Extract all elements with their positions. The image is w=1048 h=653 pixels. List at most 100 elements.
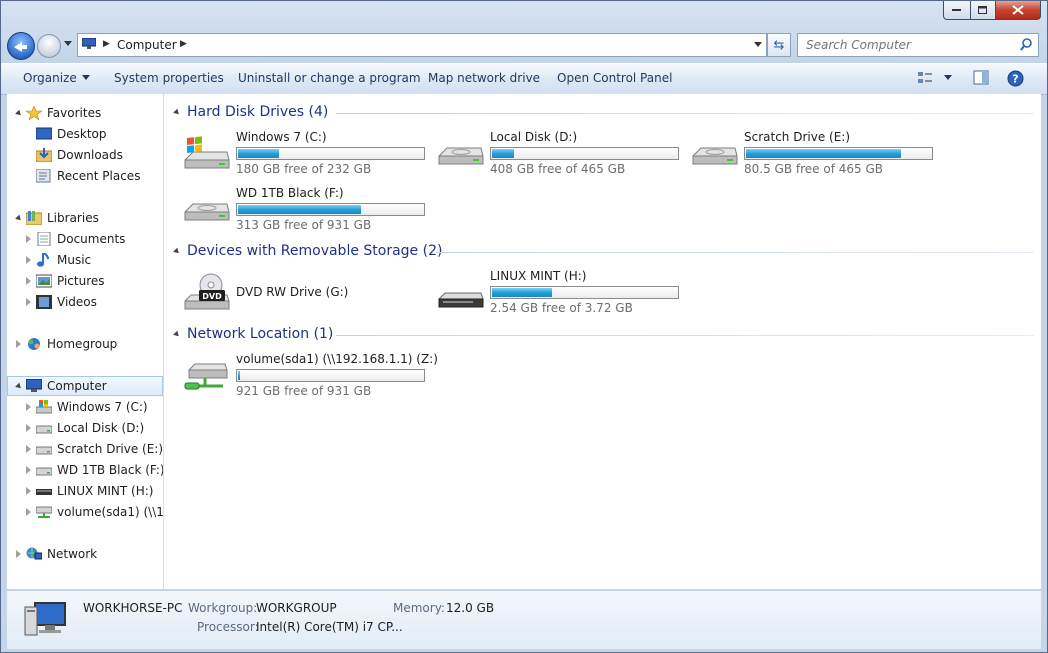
star-icon [26,106,42,120]
expand-arrow-icon[interactable] [16,340,21,348]
recent-pages-dropdown[interactable] [64,41,72,46]
expand-arrow-icon[interactable] [15,382,23,391]
open-control-panel-button[interactable]: Open Control Panel [557,71,672,85]
processor-label: Processor: [197,620,259,634]
drive-e[interactable]: Scratch Drive (E:) 80.5 GB free of 465 G… [691,130,941,178]
search-icon[interactable] [1020,38,1032,51]
expand-arrow-icon[interactable] [26,298,31,306]
nav-pictures-label: Pictures [57,274,105,288]
nav-drive-c[interactable]: Windows 7 (C:) [7,397,163,417]
nav-favorites[interactable]: Favorites [7,103,163,123]
caption-buttons [943,1,1041,20]
help-icon[interactable]: ? [1007,70,1024,87]
drive-c-usage-fill [238,149,280,158]
group-divider [436,252,1034,253]
nav-downloads[interactable]: Downloads [7,145,163,165]
change-view-icon[interactable] [917,70,933,86]
search-box[interactable] [797,33,1039,57]
nav-network[interactable]: Network [7,544,163,564]
collapse-arrow-icon[interactable] [173,108,181,117]
drive-e-name: Scratch Drive (E:) [744,130,851,144]
expand-arrow-icon[interactable] [16,550,21,558]
usb-drive-icon [36,489,52,495]
nav-drive-f[interactable]: WD 1TB Black (F:) [7,460,163,480]
drive-d-name: Local Disk (D:) [490,130,578,144]
minimize-button[interactable] [943,1,971,20]
drive-g[interactable]: DVD DVD RW Drive (G:) [183,269,433,317]
map-network-drive-button[interactable]: Map network drive [428,71,540,85]
nav-drive-z[interactable]: volume(sda1) (\\192 [7,502,163,522]
drive-z-usage-fill [238,371,240,380]
libraries-icon [26,211,42,225]
drive-f[interactable]: WD 1TB Black (F:) 313 GB free of 931 GB [183,186,433,234]
group-removable-storage[interactable]: Devices with Removable Storage (2) [173,243,1034,263]
back-button[interactable] [7,32,35,60]
nav-homegroup-label: Homegroup [47,337,118,351]
nav-favorites-label: Favorites [47,106,102,120]
uninstall-program-button[interactable]: Uninstall or change a program [238,71,421,85]
expand-arrow-icon[interactable] [26,235,31,243]
drive-e-usage-fill [746,149,902,158]
search-input[interactable] [804,37,1018,53]
expand-arrow-icon[interactable] [15,214,23,223]
group-network-location[interactable]: Network Location (1) [173,326,1034,346]
address-bar[interactable]: ▶ Computer ▶ [77,33,767,57]
expand-arrow-icon[interactable] [26,508,31,516]
expand-arrow-icon[interactable] [26,403,31,411]
nav-network-label: Network [47,547,98,561]
nav-pictures[interactable]: Pictures [7,271,163,291]
close-button[interactable] [996,1,1041,20]
organize-menu[interactable]: Organize [23,71,90,85]
collapse-arrow-icon[interactable] [173,247,181,256]
downloads-icon [36,148,52,162]
drive-h-free-space: 2.54 GB free of 3.72 GB [490,301,633,315]
nav-drive-e-label: Scratch Drive (E:) [57,442,164,456]
content-pane: Hard Disk Drives (4) Windows 7 (C:) 180 … [164,94,1041,589]
system-properties-button[interactable]: System properties [114,71,224,85]
preview-pane-icon[interactable] [973,70,989,86]
collapse-arrow-icon[interactable] [173,330,181,339]
nav-drive-e[interactable]: Scratch Drive (E:) [7,439,163,459]
breadcrumb-computer[interactable]: Computer [117,38,177,52]
hard-drive-icon [184,203,230,221]
drive-h[interactable]: LINUX MINT (H:) 2.54 GB free of 3.72 GB [437,269,687,317]
breadcrumb-separator-icon[interactable]: ▶ [103,39,110,49]
explorer-window: ▶ Computer ▶ ⇆ Organize System propertie… [0,0,1048,653]
drive-d[interactable]: Local Disk (D:) 408 GB free of 465 GB [437,130,687,178]
drive-c-free-space: 180 GB free of 232 GB [236,162,372,176]
drive-z[interactable]: volume(sda1) (\\192.168.1.1) (Z:) 921 GB… [183,352,438,400]
drive-f-usage-fill [238,205,362,214]
nav-libraries[interactable]: Libraries [7,208,163,228]
hard-drive-icon [438,147,484,165]
refresh-button[interactable]: ⇆ [767,33,791,57]
view-options-dropdown[interactable] [939,71,952,85]
address-dropdown-icon[interactable] [754,42,762,47]
maximize-button[interactable] [971,1,996,20]
drive-c[interactable]: Windows 7 (C:) 180 GB free of 232 GB [183,130,433,178]
nav-recent-places[interactable]: Recent Places [7,166,163,186]
forward-button[interactable] [37,34,61,58]
expand-arrow-icon[interactable] [26,487,31,495]
navigation-pane: Favorites Desktop Downloads Recent Place… [7,94,164,589]
nav-documents[interactable]: Documents [7,229,163,249]
expand-arrow-icon[interactable] [15,109,23,118]
expand-arrow-icon[interactable] [26,424,31,432]
expand-arrow-icon[interactable] [26,445,31,453]
drive-z-name: volume(sda1) (\\192.168.1.1) (Z:) [236,352,438,366]
expand-arrow-icon[interactable] [26,256,31,264]
nav-computer[interactable]: Computer [7,376,163,396]
nav-homegroup[interactable]: Homegroup [7,334,163,354]
nav-desktop[interactable]: Desktop [7,124,163,144]
documents-icon [37,232,51,246]
nav-drive-d[interactable]: Local Disk (D:) [7,418,163,438]
nav-music[interactable]: Music [7,250,163,270]
maximize-icon [978,5,987,14]
expand-arrow-icon[interactable] [26,466,31,474]
nav-videos[interactable]: Videos [7,292,163,312]
group-divider [336,335,1034,336]
expand-arrow-icon[interactable] [26,277,31,285]
nav-drive-h[interactable]: LINUX MINT (H:) [7,481,163,501]
breadcrumb-chevron-icon[interactable]: ▶ [180,39,187,49]
group-removable-title: Devices with Removable Storage (2) [187,243,443,259]
group-hard-disk-drives[interactable]: Hard Disk Drives (4) [173,104,1034,124]
